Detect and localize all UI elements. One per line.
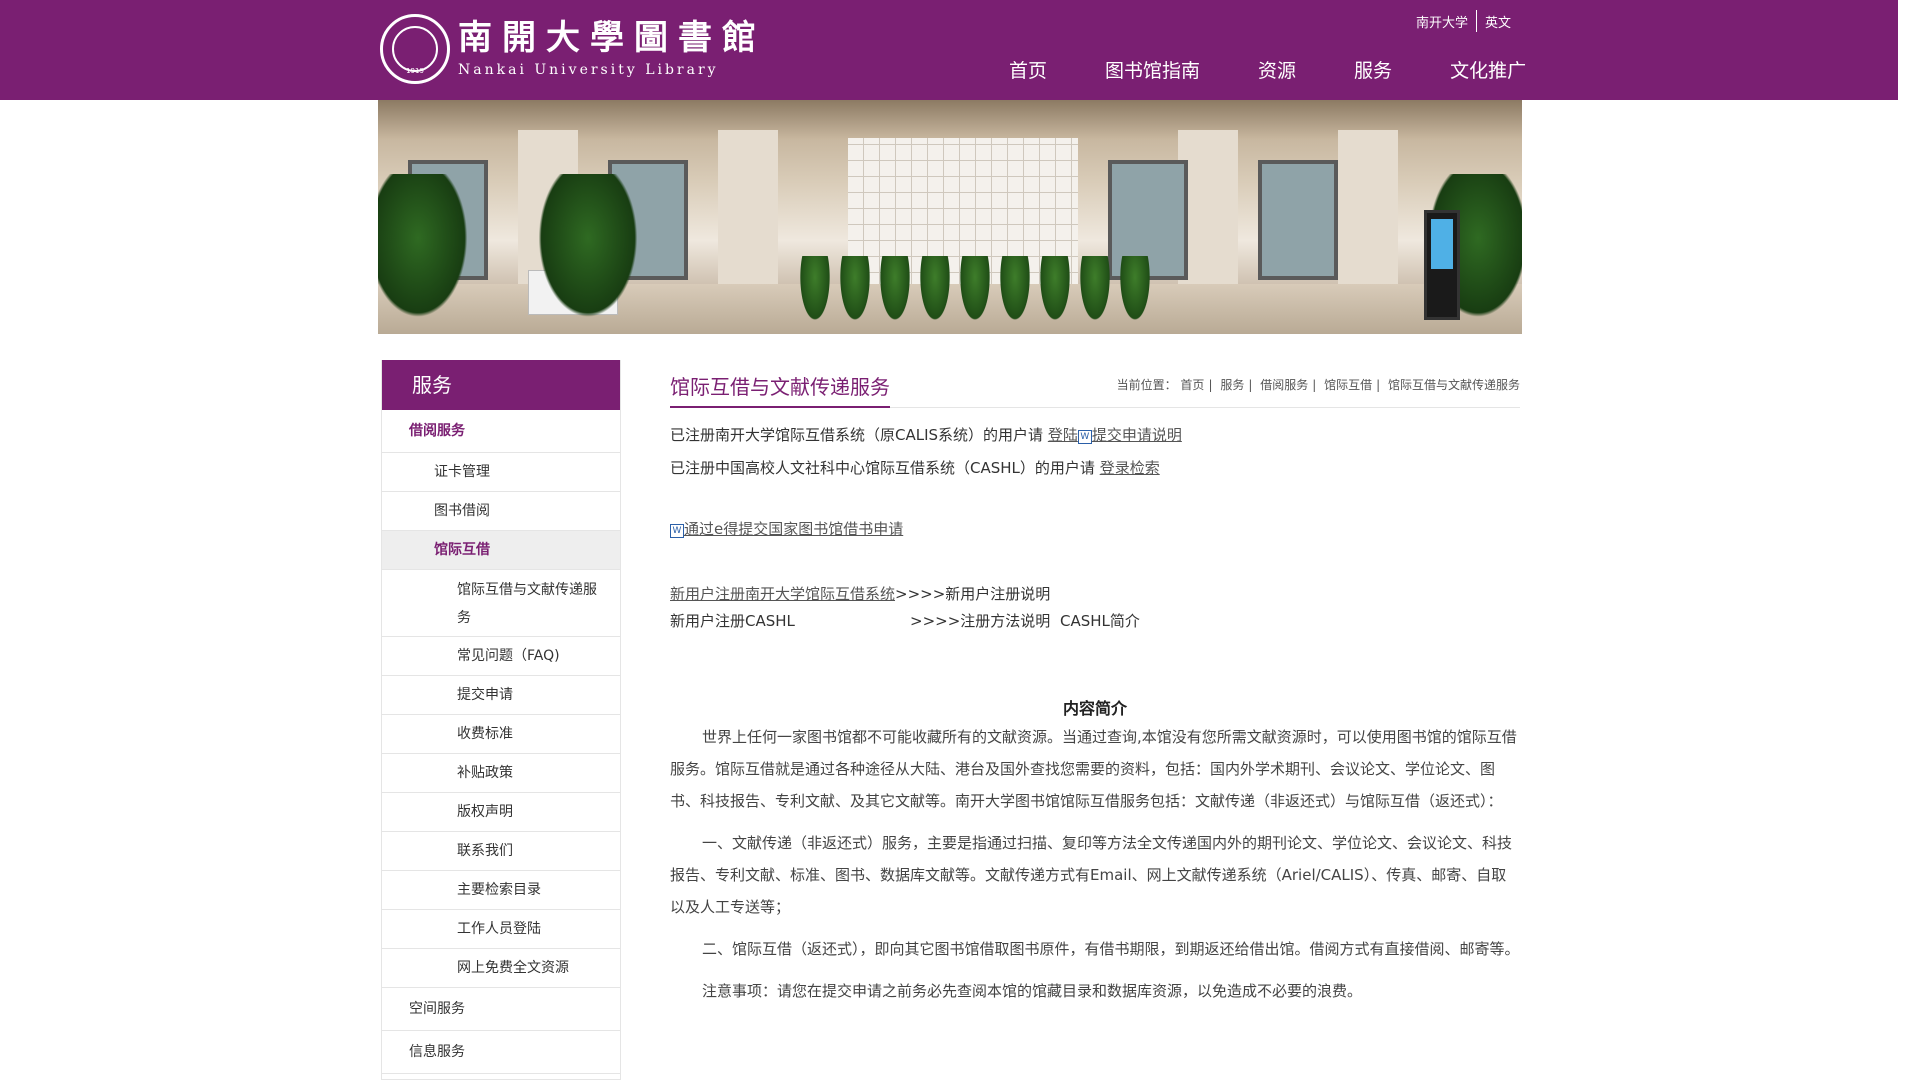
- lobby-banner-image: [378, 100, 1522, 334]
- register-cashl-instructions[interactable]: >>>>注册方法说明: [910, 610, 1050, 631]
- site-header: 1919 南開大學圖書館 Nankai University Library 南…: [0, 0, 1898, 100]
- logo-chinese-name: 南開大學圖書館: [458, 18, 766, 59]
- sidebar-item-book-loan[interactable]: 图书借阅: [382, 492, 620, 531]
- sidebar-item-card[interactable]: 证卡管理: [382, 453, 620, 492]
- top-link-divider: [1476, 10, 1478, 32]
- register-calis-line: 新用户注册南开大学馆际互借系统>>>>新用户注册说明: [670, 583, 1520, 604]
- cashl-login-link[interactable]: 登录检索: [1100, 459, 1160, 477]
- register-cashl-label[interactable]: 新用户注册CASHL: [670, 612, 795, 630]
- submit-instructions-link[interactable]: 提交申请说明: [1092, 426, 1182, 444]
- title-row: 馆际互借与文献传递服务 当前位置： 首页 | 服务 | 借阅服务 | 馆际互借 | 馆际…: [670, 360, 1520, 408]
- page-title: 馆际互借与文献传递服务: [670, 371, 890, 408]
- university-seal-icon: 1919: [380, 14, 450, 84]
- nav-culture[interactable]: 文化推广: [1450, 56, 1526, 83]
- sidebar-item-faq[interactable]: 常见问题（FAQ): [382, 637, 620, 676]
- sidebar-title: 服务: [382, 360, 620, 410]
- sidebar-item-staff-login[interactable]: 工作人员登陆: [382, 910, 620, 949]
- nav-services[interactable]: 服务: [1354, 56, 1392, 83]
- sidebar-item-info[interactable]: 信息服务: [382, 1031, 620, 1074]
- sidebar-item-ill-service[interactable]: 馆际互借与文献传递服务: [382, 570, 620, 637]
- library-logo[interactable]: 1919 南開大學圖書館 Nankai University Library: [380, 14, 766, 84]
- sidebar-item-fees[interactable]: 收费标准: [382, 715, 620, 754]
- calis-login-link[interactable]: 登陆: [1048, 426, 1078, 444]
- breadcrumb-home[interactable]: 首页: [1180, 378, 1204, 392]
- breadcrumb-current[interactable]: 馆际互借与文献传递服务: [1388, 378, 1520, 392]
- top-links: 南开大学 英文: [1416, 10, 1511, 32]
- register-cashl-line: 新用户注册CASHL >>>>注册方法说明 CASHL简介: [670, 610, 1520, 631]
- sidebar-item-borrowing[interactable]: 借阅服务: [382, 410, 620, 453]
- sidebar-item-free-resources[interactable]: 网上免费全文资源: [382, 949, 620, 988]
- nav-home[interactable]: 首页: [1009, 56, 1047, 83]
- word-document-icon: W: [670, 524, 684, 538]
- nav-guide[interactable]: 图书馆指南: [1105, 56, 1200, 83]
- intro-title: 内容简介: [1062, 699, 1127, 718]
- sidebar-item-submit[interactable]: 提交申请: [382, 676, 620, 715]
- sidebar-item-contact[interactable]: 联系我们: [382, 832, 620, 871]
- main-nav: 首页 图书馆指南 资源 服务 文化推广: [1009, 56, 1526, 83]
- cashl-intro-link[interactable]: CASHL简介: [1060, 610, 1140, 631]
- breadcrumb-interlibrary[interactable]: 馆际互借: [1324, 378, 1372, 392]
- logo-english-name: Nankai University Library: [458, 61, 719, 78]
- notice-paragraph: 注意事项：请您在提交申请之前务必先查阅本馆的馆藏目录和数据库资源，以免造成不必要…: [702, 982, 1363, 1000]
- calis-line: 已注册南开大学馆际互借系统（原CALIS系统）的用户请 登陆 W 提交申请说明: [670, 426, 1182, 444]
- nlc-request-link[interactable]: 通过e得提交国家图书馆借书申请: [684, 520, 903, 538]
- sidebar-item-subsidy[interactable]: 补贴政策: [382, 754, 620, 793]
- top-link-nankai[interactable]: 南开大学: [1416, 12, 1468, 31]
- nav-resources[interactable]: 资源: [1258, 56, 1296, 83]
- cashl-line: 已注册中国高校人文社科中心馆际互借系统（CASHL）的用户请 登录检索: [670, 459, 1160, 477]
- breadcrumb-borrowing[interactable]: 借阅服务: [1260, 378, 1308, 392]
- sidebar-item-copyright[interactable]: 版权声明: [382, 793, 620, 832]
- top-link-english[interactable]: 英文: [1485, 12, 1511, 31]
- word-document-icon: W: [1077, 430, 1092, 444]
- sidebar-item-space[interactable]: 空间服务: [382, 988, 620, 1031]
- sidebar-item-catalogs[interactable]: 主要检索目录: [382, 871, 620, 910]
- sidebar-item-interlibrary[interactable]: 馆际互借: [382, 531, 620, 570]
- intro-paragraph: 世界上任何一家图书馆都不可能收藏所有的文献资源。当通过查询,本馆没有您所需文献资…: [670, 728, 1517, 810]
- interlibrary-loan-paragraph: 二、馆际互借（返还式），即向其它图书馆借取图书原件，有借书期限，到期返还给借出馆…: [702, 940, 1520, 958]
- document-delivery-paragraph: 一、文献传递（非返还式）服务，主要是指通过扫描、复印等方法全文传递国内外的期刊论…: [670, 834, 1513, 916]
- breadcrumb-services[interactable]: 服务: [1220, 378, 1244, 392]
- sidebar-menu: 服务 借阅服务 证卡管理 图书借阅 馆际互借 馆际互借与文献传递服务 常见问题（…: [381, 360, 621, 1080]
- main-content: 馆际互借与文献传递服务 当前位置： 首页 | 服务 | 借阅服务 | 馆际互借 | 馆际…: [670, 360, 1520, 1007]
- register-calis-link[interactable]: 新用户注册南开大学馆际互借系统: [670, 585, 895, 603]
- breadcrumb: 当前位置： 首页 | 服务 | 借阅服务 | 馆际互借 | 馆际互借与文献传递服务: [1116, 378, 1520, 392]
- register-calis-instructions[interactable]: >>>>新用户注册说明: [895, 585, 1050, 603]
- nlc-line: W 通过e得提交国家图书馆借书申请: [670, 518, 1520, 539]
